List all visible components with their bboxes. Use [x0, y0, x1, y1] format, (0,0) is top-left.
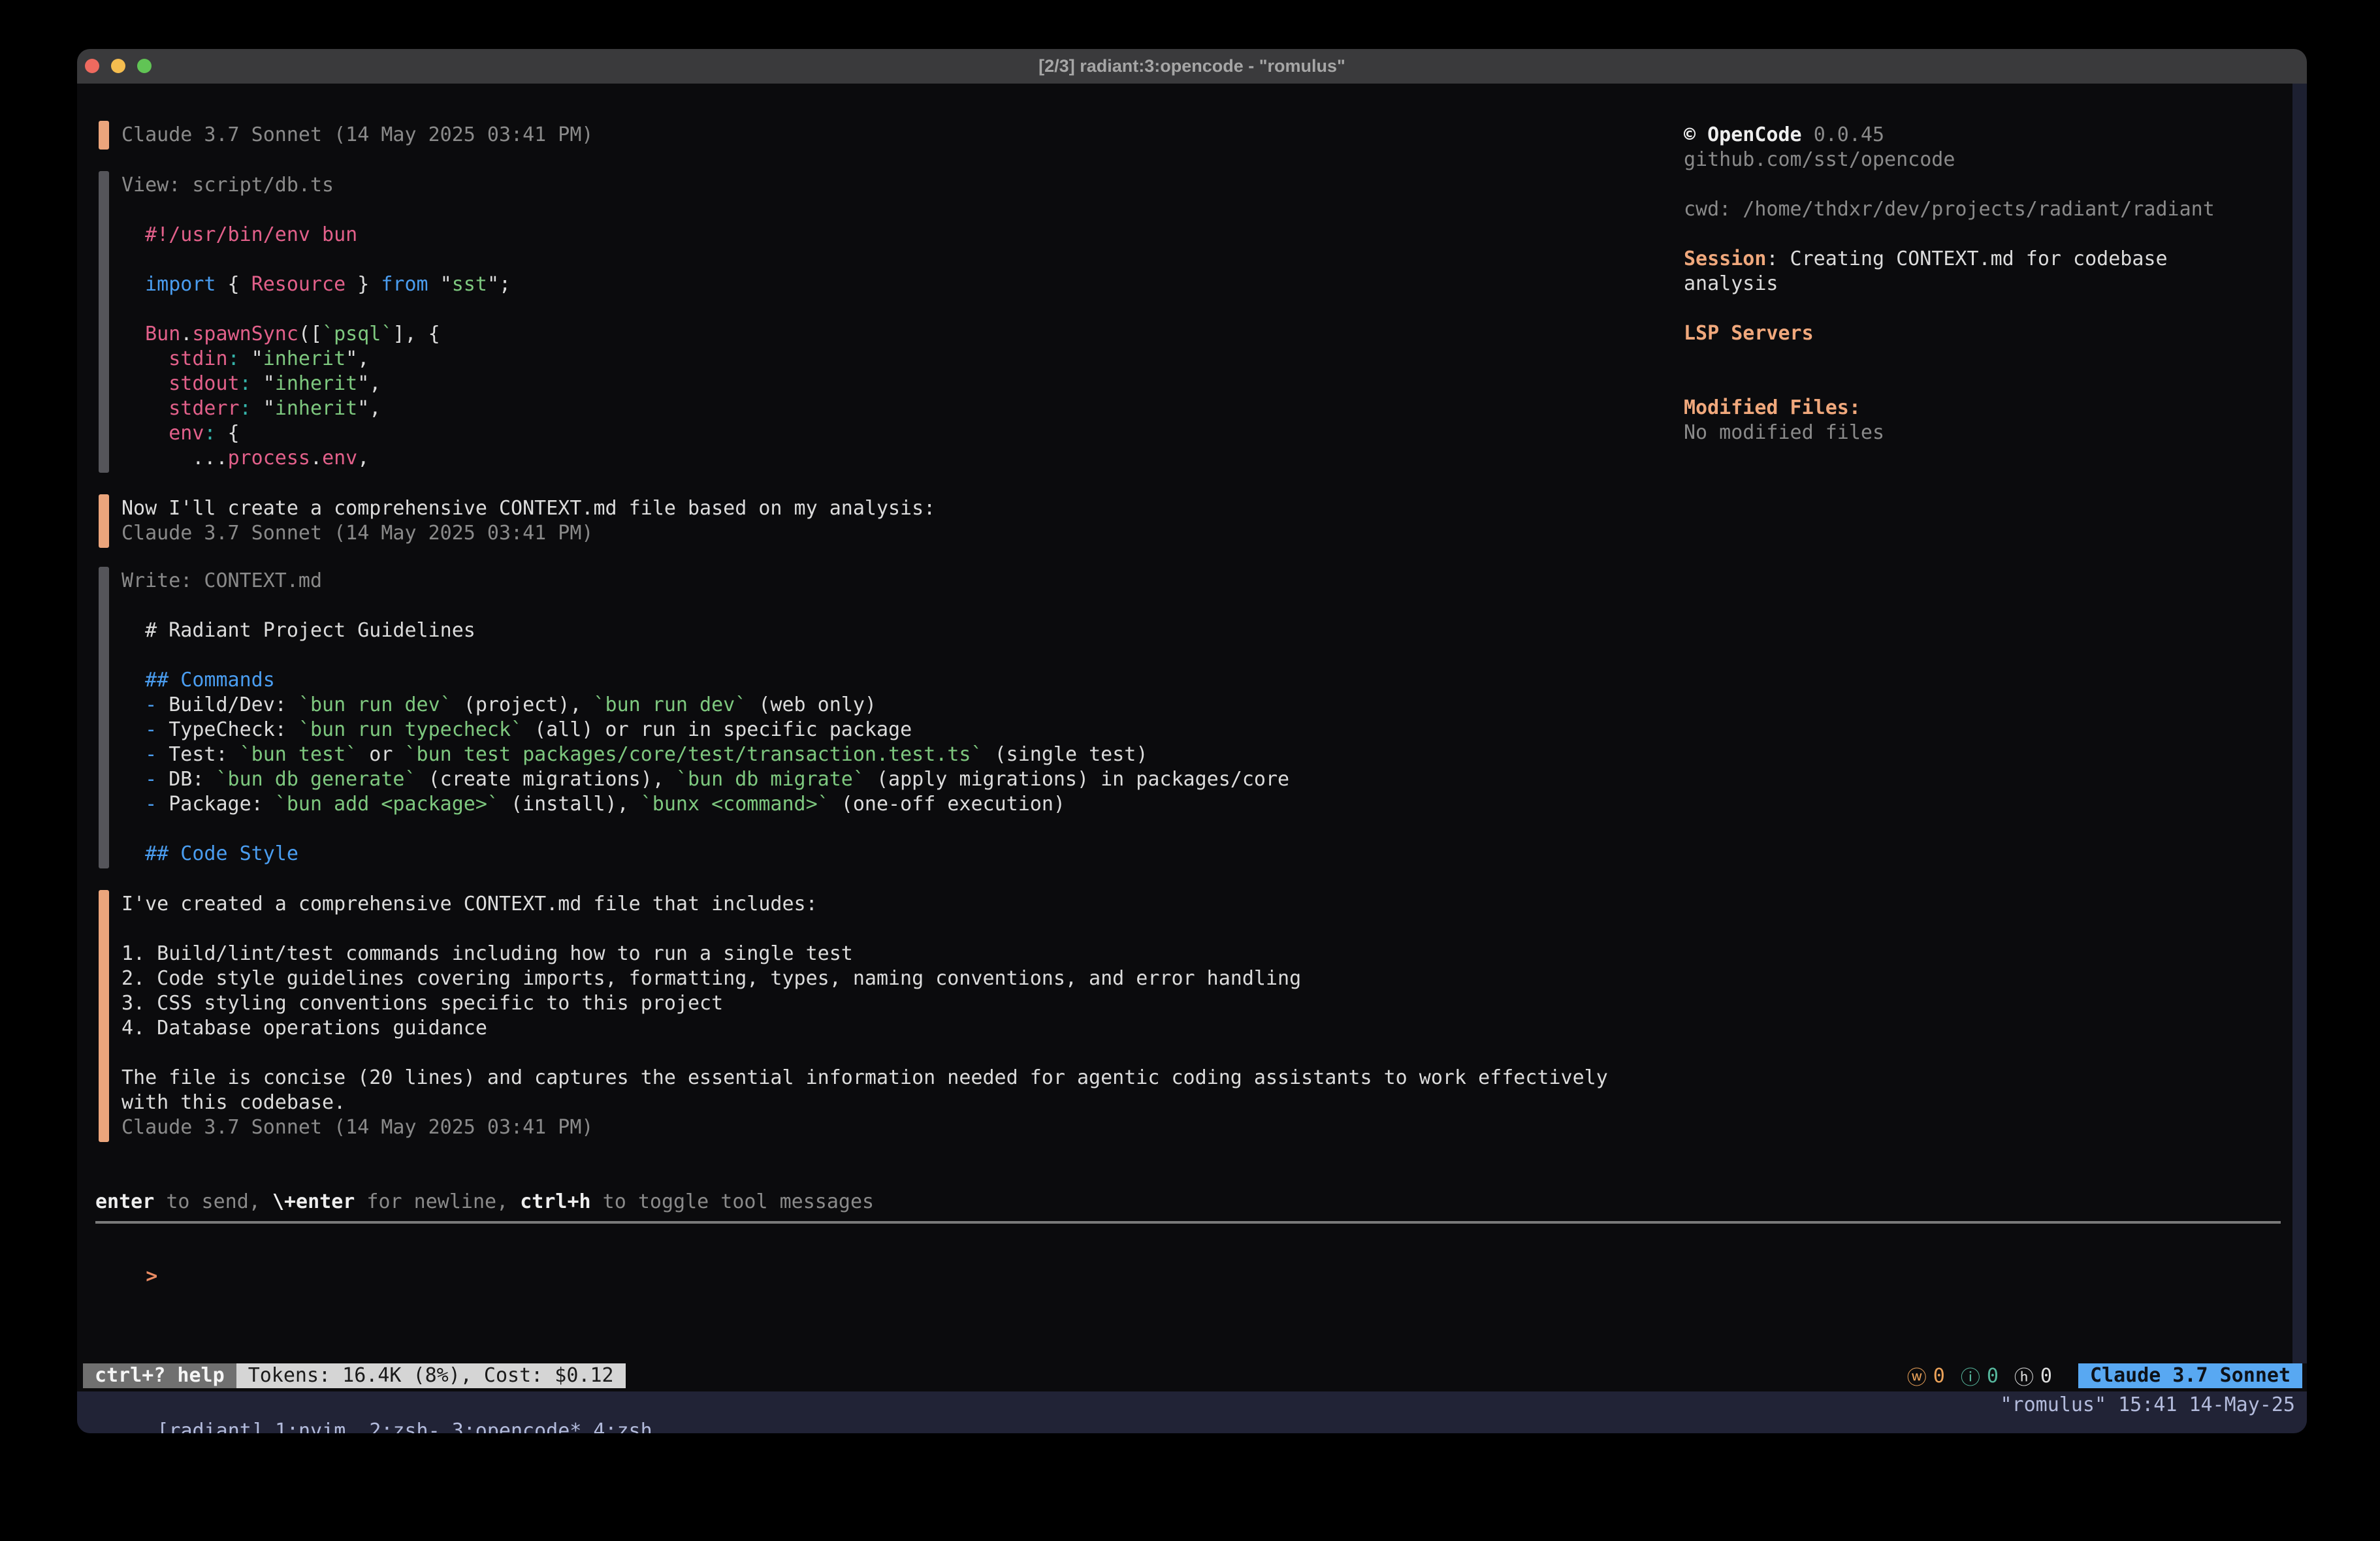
- assistant-header-text: Claude 3.7 Sonnet (14 May 2025 03:41 PM): [121, 123, 593, 148]
- tool-view-block: View: script/db.ts #!/usr/bin/env bun im…: [99, 173, 511, 471]
- tool-accent-bar: [99, 171, 109, 473]
- tmux-status-bar: [radiant] 1:nvim 2:zsh- 3:opencode* 4:zsh "r…: [77, 1391, 2307, 1433]
- terminal-window: [2/3] radiant:3:opencode - "romulus" Cla…: [77, 49, 2307, 1433]
- status-bar: ctrl+? help Tokens: 16.4K (8%), Cost: $0…: [83, 1363, 2302, 1388]
- message-accent-bar: [99, 494, 109, 548]
- diagnostics-group: ⓦ 0 ⓘ 0 ⓗ 0 Claude 3.7 Sonnet: [1907, 1361, 2302, 1390]
- assistant-message: Now I'll create a comprehensive CONTEXT.…: [99, 496, 935, 546]
- message-accent-bar: [99, 121, 109, 150]
- assistant-message-text: I've created a comprehensive CONTEXT.md …: [121, 892, 1608, 1140]
- tmux-host-clock: "romulus" 15:41 14-May-25: [2000, 1392, 2295, 1418]
- tool-write-content: Write: CONTEXT.md # Radiant Project Guid…: [121, 569, 1289, 866]
- model-badge[interactable]: Claude 3.7 Sonnet: [2078, 1363, 2302, 1388]
- tool-write-block: Write: CONTEXT.md # Radiant Project Guid…: [99, 569, 1289, 866]
- tmux-window-zsh4[interactable]: 4:zsh: [593, 1420, 652, 1433]
- message-accent-bar: [99, 890, 109, 1142]
- chat-scrollbar[interactable]: [2292, 84, 2307, 1363]
- warning-count: 0: [1933, 1365, 1945, 1388]
- assistant-message-text: Now I'll create a comprehensive CONTEXT.…: [121, 496, 935, 546]
- titlebar: [2/3] radiant:3:opencode - "romulus": [77, 49, 2307, 84]
- hint-count: 0: [2040, 1365, 2052, 1388]
- info-indicator: ⓘ 0: [1961, 1361, 1999, 1390]
- help-button[interactable]: ctrl+? help: [83, 1363, 236, 1388]
- info-icon: ⓘ: [1961, 1361, 1980, 1390]
- hint-indicator: ⓗ 0: [2014, 1361, 2052, 1390]
- keybinding-hints: enter to send, \+enter for newline, ctrl…: [95, 1190, 874, 1215]
- window-title: [2/3] radiant:3:opencode - "romulus": [77, 49, 2307, 84]
- hint-icon: ⓗ: [2014, 1361, 2034, 1390]
- tmux-window-nvim[interactable]: 1:nvim: [275, 1420, 346, 1433]
- prompt-caret-icon: >: [146, 1265, 157, 1288]
- tmux-session-name: [radiant]: [157, 1420, 263, 1433]
- info-count: 0: [1987, 1365, 1999, 1388]
- tmux-window-opencode[interactable]: 3:opencode*: [452, 1420, 582, 1433]
- warning-icon: ⓦ: [1907, 1361, 1927, 1390]
- input-divider: [95, 1221, 2281, 1224]
- tmux-windows: [radiant] 1:nvim 2:zsh- 3:opencode* 4:zsh: [86, 1392, 652, 1433]
- tool-accent-bar: [99, 567, 109, 868]
- assistant-message: I've created a comprehensive CONTEXT.md …: [99, 892, 1608, 1140]
- assistant-message-header: Claude 3.7 Sonnet (14 May 2025 03:41 PM): [99, 123, 593, 148]
- warning-indicator: ⓦ 0: [1907, 1361, 1945, 1390]
- tokens-cost-status: Tokens: 16.4K (8%), Cost: $0.12: [236, 1363, 626, 1388]
- prompt-input[interactable]: >: [99, 1239, 157, 1264]
- tool-view-code: View: script/db.ts #!/usr/bin/env bun im…: [121, 173, 511, 471]
- session-sidebar: © OpenCode 0.0.45github.com/sst/opencode…: [1684, 123, 2215, 445]
- tmux-window-zsh2[interactable]: 2:zsh-: [369, 1420, 440, 1433]
